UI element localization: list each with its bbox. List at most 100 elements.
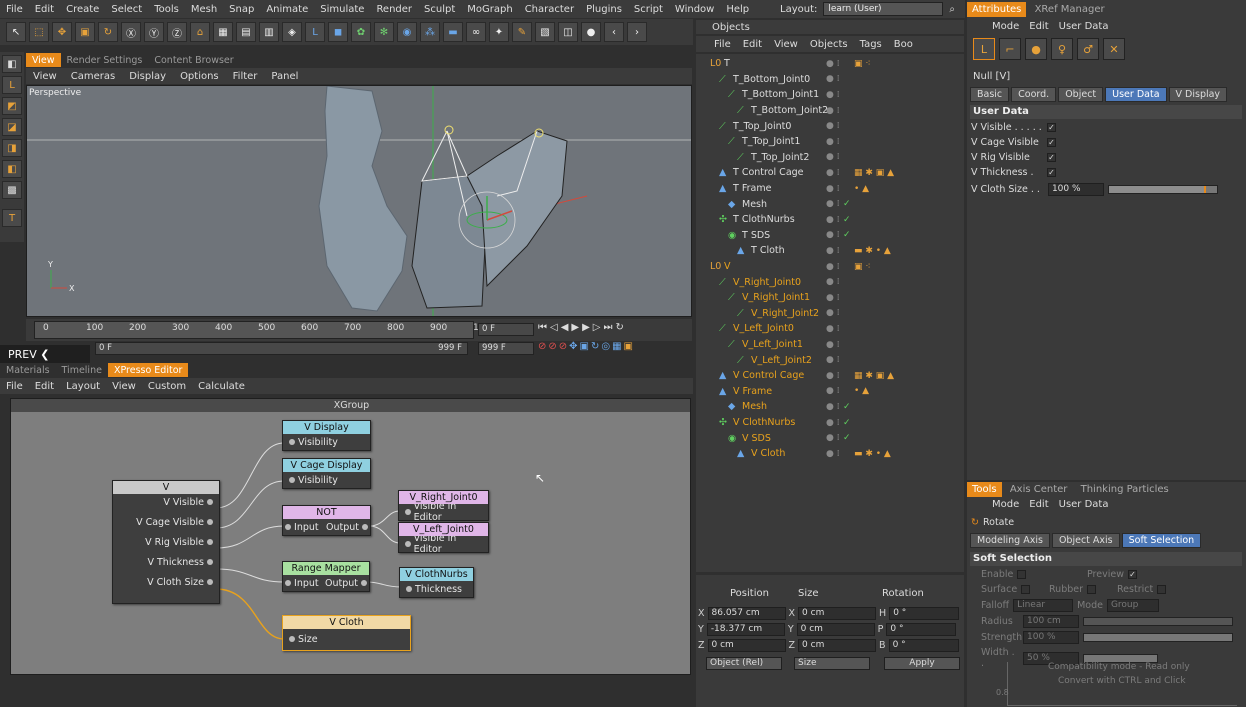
enabled-check-icon[interactable]: ✓	[843, 402, 851, 412]
visibility-dots[interactable]: ● ⁞	[826, 106, 840, 116]
prev-panel[interactable]: PREV ❮	[0, 345, 90, 363]
attr-menu-mode[interactable]: Mode	[987, 21, 1024, 32]
null-object-icon[interactable]: L	[305, 22, 325, 42]
live-select-icon[interactable]: ⬚	[29, 22, 49, 42]
record-keys-icons[interactable]: ⊘⊘⊘✥▣↻◎▦▣	[538, 341, 635, 352]
pill-coord[interactable]: Coord.	[1011, 87, 1057, 102]
user-data-row[interactable]: V Thickness . ✓	[971, 167, 1056, 178]
tools-menu-user-data[interactable]: User Data	[1054, 499, 1114, 510]
user-data-checkbox[interactable]: ✓	[1047, 138, 1056, 147]
x-menu-calculate[interactable]: Calculate	[192, 381, 251, 392]
node-v-cloth[interactable]: V Cloth Size	[282, 615, 411, 651]
object-row[interactable]: ⟋ T_Top_Joint0 ● ⁞	[696, 118, 964, 134]
tab-thinking-particles[interactable]: Thinking Particles	[1076, 482, 1174, 497]
position-field[interactable]: 86.057 cm	[707, 607, 786, 620]
port-dot[interactable]	[361, 579, 367, 586]
move-icon[interactable]: ✥	[52, 22, 72, 42]
texture-icon[interactable]: ◫	[558, 22, 578, 42]
visibility-dots[interactable]: ● ⁞	[826, 418, 840, 428]
object-row[interactable]: ▲ T Cloth ● ⁞ ▬ ✱ • ▲	[696, 243, 964, 259]
xpresso-canvas[interactable]: XGroup V V Visible V Cage Visible V Rig …	[10, 398, 691, 675]
checker-icon[interactable]: ▩	[2, 181, 22, 199]
x-menu-layout[interactable]: Layout	[60, 381, 106, 392]
falloff-dropdown[interactable]: Linear	[1013, 599, 1074, 612]
pill-object-axis[interactable]: Object Axis	[1051, 533, 1120, 548]
view-menu-filter[interactable]: Filter	[226, 71, 265, 82]
preview-checkbox[interactable]: ✓	[1127, 570, 1137, 579]
menu-render[interactable]: Render	[370, 4, 418, 15]
render-settings-icon[interactable]: ▥	[259, 22, 279, 42]
preview-row[interactable]: Preview ✓	[1087, 569, 1137, 580]
v-cloth-size-slider[interactable]	[1107, 185, 1218, 194]
tools-menu-edit[interactable]: Edit	[1024, 499, 1053, 510]
obj-menu-tags[interactable]: Tags	[854, 39, 888, 50]
port-dot[interactable]	[362, 523, 368, 530]
visibility-dots[interactable]: ● ⁞	[826, 262, 840, 272]
visibility-dots[interactable]: ● ⁞	[826, 59, 840, 69]
keyframe-icon[interactable]: ◈	[282, 22, 302, 42]
node-v[interactable]: V V Visible V Cage Visible V Rig Visible…	[112, 480, 220, 604]
object-row[interactable]: ✣ T ClothNurbs ● ⁞ ✓	[696, 212, 964, 228]
visibility-dots[interactable]: ● ⁞	[826, 355, 840, 365]
x-menu-edit[interactable]: Edit	[29, 381, 60, 392]
node-range-mapper[interactable]: Range Mapper Input Output	[282, 561, 370, 592]
visibility-dots[interactable]: ● ⁞	[826, 215, 840, 225]
visibility-dots[interactable]: ● ⁞	[826, 340, 840, 350]
select-arrow-icon[interactable]: ↖	[6, 22, 26, 42]
tag-icons[interactable]: ▣ ⁖	[854, 262, 871, 272]
enabled-check-icon[interactable]: ✓	[843, 433, 851, 443]
obj-menu-view[interactable]: View	[768, 39, 804, 50]
model-mode-icon[interactable]: ◧	[2, 55, 22, 73]
position-field[interactable]: -18.377 cm	[706, 623, 785, 636]
port-dot[interactable]	[405, 509, 411, 515]
view-menu-display[interactable]: Display	[122, 71, 173, 82]
strength-slider[interactable]	[1083, 633, 1233, 642]
coord-mode-dropdown[interactable]: Object (Rel)	[706, 657, 782, 670]
display-icon[interactable]: ●	[581, 22, 601, 42]
port-v-thickness[interactable]: V Thickness	[113, 554, 219, 570]
size-field[interactable]: 0 cm	[798, 607, 877, 620]
visibility-dots[interactable]: ● ⁞	[826, 230, 840, 240]
node-v-cage-display[interactable]: V Cage Display Visibility	[282, 458, 371, 489]
object-row[interactable]: ⟋ V_Left_Joint0 ● ⁞	[696, 321, 964, 337]
x-axis-icon[interactable]: Ⓧ	[121, 22, 141, 42]
visibility-dots[interactable]: ● ⁞	[826, 121, 840, 131]
grid-icon[interactable]: ▧	[535, 22, 555, 42]
port-v-cage-visible[interactable]: V Cage Visible	[113, 514, 219, 530]
menu-simulate[interactable]: Simulate	[314, 4, 370, 15]
visibility-dots[interactable]: ● ⁞	[826, 449, 840, 459]
apply-button[interactable]: Apply	[884, 657, 960, 670]
object-row[interactable]: ▲ V Control Cage ● ⁞ ▦ ✱ ▣ ▲	[696, 368, 964, 384]
rotate-icon[interactable]: ↻	[98, 22, 118, 42]
size-field[interactable]: 0 cm	[798, 639, 877, 652]
coord-system-icon[interactable]: ⌂	[190, 22, 210, 42]
sculpt-icon[interactable]: ✎	[512, 22, 532, 42]
obj-menu-bookmarks[interactable]: Boo	[888, 39, 919, 50]
object-row[interactable]: ◉ V SDS ● ⁞ ✓	[696, 430, 964, 446]
menu-tools[interactable]: Tools	[148, 4, 185, 15]
mode-dropdown[interactable]: Group	[1106, 599, 1159, 612]
object-row[interactable]: ⟋ T_Bottom_Joint1 ● ⁞	[696, 87, 964, 103]
y-axis-icon[interactable]: Ⓨ	[144, 22, 164, 42]
arrow-right-icon[interactable]: ›	[627, 22, 647, 42]
tab-xpresso-editor[interactable]: XPresso Editor	[107, 363, 189, 377]
deformer-icon[interactable]: ◉	[397, 22, 417, 42]
size-field[interactable]: 0 cm	[796, 623, 875, 636]
port-dot[interactable]	[207, 539, 213, 545]
port-dot[interactable]	[207, 499, 213, 505]
port-dot[interactable]	[207, 519, 213, 525]
radius-row[interactable]: Radius 100 cm	[981, 615, 1233, 628]
object-row[interactable]: ⟋ T_Top_Joint1 ● ⁞	[696, 134, 964, 150]
obj-menu-objects[interactable]: Objects	[804, 39, 854, 50]
tab-axis-center[interactable]: Axis Center	[1005, 482, 1073, 497]
enable-checkbox[interactable]	[1017, 570, 1027, 579]
menu-window[interactable]: Window	[669, 4, 720, 15]
enabled-check-icon[interactable]: ✓	[843, 199, 851, 209]
node-v-clothnurbs[interactable]: V ClothNurbs Thickness	[399, 567, 474, 598]
visibility-dots[interactable]: ● ⁞	[826, 184, 840, 194]
menu-character[interactable]: Character	[519, 4, 580, 15]
visibility-dots[interactable]: ● ⁞	[826, 152, 840, 162]
port-thickness[interactable]: Thickness	[400, 581, 473, 597]
port-v-rig-visible[interactable]: V Rig Visible	[113, 534, 219, 550]
port-dot[interactable]	[285, 523, 291, 530]
